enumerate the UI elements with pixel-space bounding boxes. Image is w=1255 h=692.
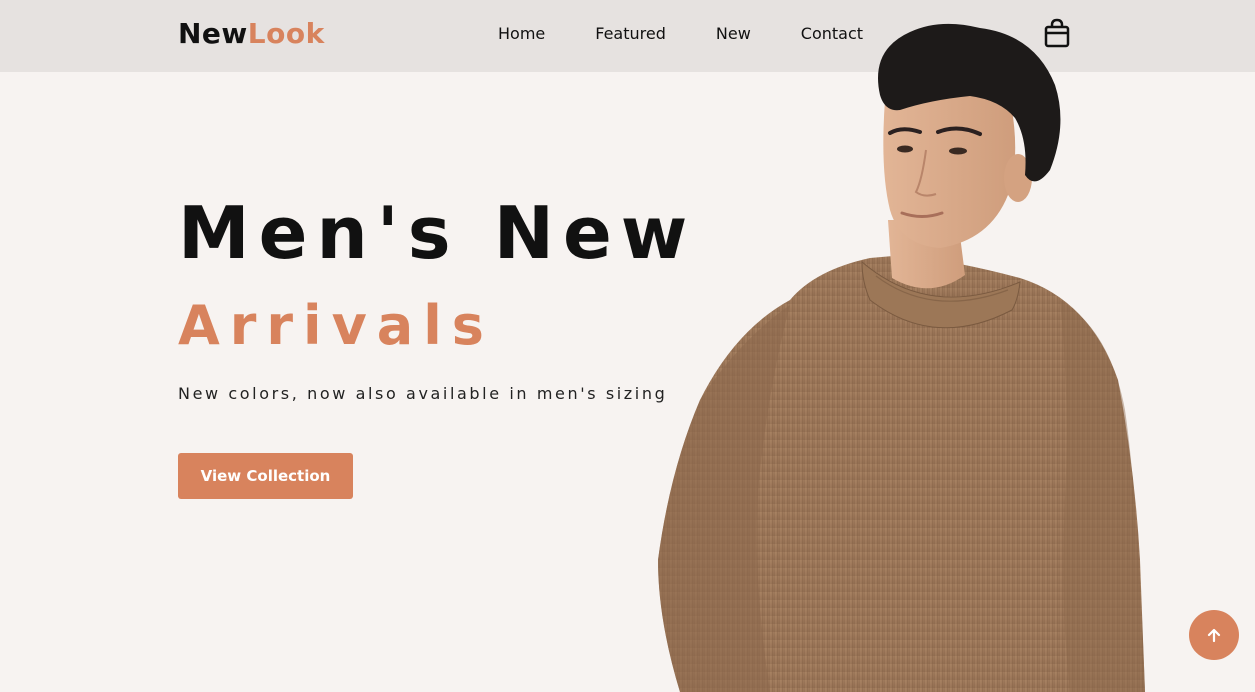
nav-link-home[interactable]: Home: [498, 24, 545, 44]
logo-text-accent: Look: [247, 17, 325, 50]
scroll-to-top-button[interactable]: [1189, 610, 1239, 660]
shopping-bag-icon[interactable]: [1043, 18, 1071, 48]
model-photo: [658, 23, 1145, 692]
page: NewLook Home Featured New Contact Men's …: [0, 0, 1255, 692]
logo-text-main: New: [178, 17, 248, 50]
hero-title-accent: Arrivals: [178, 294, 494, 357]
view-collection-button[interactable]: View Collection: [178, 453, 353, 499]
hero-subtitle: New colors, now also available in men's …: [178, 384, 668, 403]
arrow-up-icon: [1207, 628, 1221, 643]
hero-title: Men's New: [178, 191, 697, 275]
logo[interactable]: NewLook: [178, 14, 325, 54]
